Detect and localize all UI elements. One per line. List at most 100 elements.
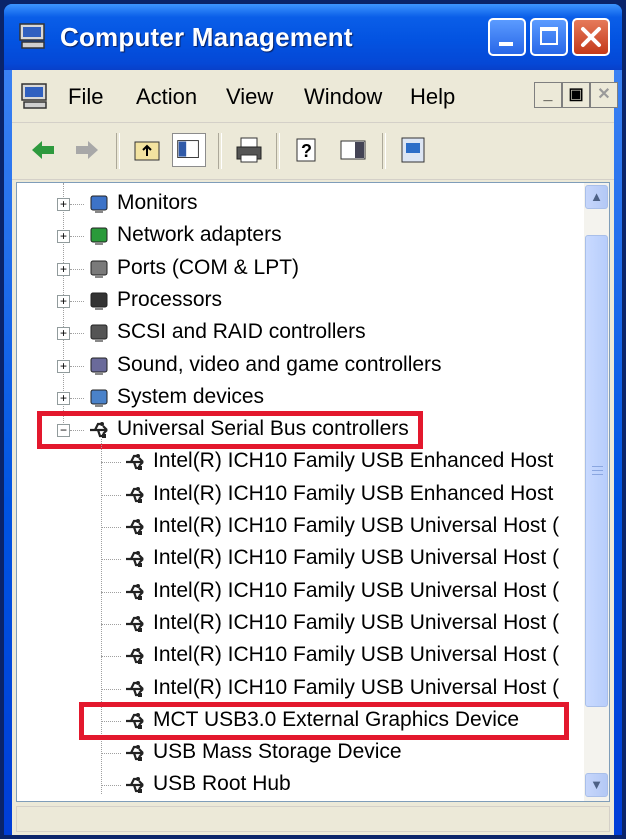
expand-button[interactable]: + [57,391,70,405]
usb-device-item[interactable]: Intel(R) ICH10 Family USB Universal Host… [17,577,577,607]
device-properties-icon[interactable] [396,133,430,167]
network-adapter-icon [90,227,108,246]
toolbar-separator [218,133,222,169]
usb-device-item[interactable]: USB Root Hub [17,770,577,800]
toolbar-separator [382,133,386,169]
usb-device-item[interactable]: Intel(R) ICH10 Family USB Universal Host… [17,674,577,704]
tree-connector-line [70,268,84,270]
toolbar-separator [276,133,280,169]
tree-node-label: Ports (COM & LPT) [117,255,300,279]
mdi-close-button[interactable]: ✕ [590,82,618,108]
scroll-down-button[interactable]: ▼ [585,773,608,797]
computer-management-window: Computer Management File Action View Win… [0,0,626,839]
menu-view[interactable]: View [226,84,273,110]
menu-action[interactable]: Action [136,84,197,110]
usb-icon [126,777,144,794]
tree-connector-line [101,591,121,593]
minimize-icon [499,42,513,46]
expand-button[interactable]: + [57,230,70,244]
window-frame: Computer Management File Action View Win… [4,4,622,835]
usb-device-label: USB Mass Storage Device [153,740,402,764]
usb-device-label: Intel(R) ICH10 Family USB Universal Host… [153,610,560,634]
show-hide-action-pane-icon[interactable] [336,133,370,167]
port-icon [90,260,108,278]
usb-icon [126,551,144,568]
expand-button[interactable]: + [57,294,70,308]
scroll-up-button[interactable]: ▲ [585,185,608,209]
tree-connector-line [101,656,121,658]
show-hide-console-tree-button[interactable] [172,133,206,167]
sound-icon [90,357,108,375]
title-bar[interactable]: Computer Management [4,4,622,70]
usb-device-item[interactable]: Intel(R) ICH10 Family USB Universal Host… [17,641,577,671]
vertical-scrollbar[interactable]: ▲ ▼ [584,183,609,801]
menu-window[interactable]: Window [304,84,382,110]
device-tree-pane: + Monitors + Network adapters + Ports (COM & … [16,182,610,802]
expand-button[interactable]: + [57,198,70,211]
usb-icon [126,680,144,697]
usb-device-item[interactable]: Intel(R) ICH10 Family USB Universal Host… [17,609,577,639]
menu-file[interactable]: File [68,84,103,110]
help-icon[interactable]: ? [290,133,324,167]
up-folder-icon[interactable] [130,133,164,167]
tree-node-scsi-and-raid-controllers[interactable]: + SCSI and RAID controllers [17,318,577,348]
tree-node-processors[interactable]: + Processors [17,286,577,316]
print-icon[interactable] [232,133,266,167]
maximize-button[interactable] [530,18,568,56]
usb-device-label: Intel(R) ICH10 Family USB Enhanced Host [153,481,554,505]
minimize-button[interactable] [488,18,526,56]
menu-help[interactable]: Help [410,84,455,110]
usb-device-label: Intel(R) ICH10 Family USB Universal Host… [153,675,560,699]
tree-connector-line [101,494,121,496]
usb-device-item[interactable]: Intel(R) ICH10 Family USB Universal Host… [17,544,577,574]
tree-connector-line [101,688,121,690]
usb-device-item[interactable]: Intel(R) ICH10 Family USB Enhanced Host [17,447,577,477]
scroll-grip [592,474,603,475]
tree-node-label: Monitors [117,191,198,214]
scroll-grip [592,470,603,471]
tree-connector-line [101,623,121,625]
tree-node-label: SCSI and RAID controllers [117,320,366,344]
tree-node-sound-video-and-game-controllers[interactable]: + Sound, video and game controllers [17,351,577,381]
usb-device-label: Intel(R) ICH10 Family USB Universal Host… [153,643,560,667]
usb-device-item[interactable]: Intel(R) ICH10 Family USB Universal Host… [17,512,577,542]
scroll-thumb[interactable] [585,235,608,707]
chevron-down-icon: ▼ [590,777,603,792]
usb-icon [126,519,144,535]
tree-node-monitors[interactable]: + Monitors [17,189,577,219]
usb-device-item[interactable]: USB Mass Storage Device [17,738,577,768]
scsi-icon [90,324,108,343]
mdi-minimize-button[interactable]: _ [534,82,562,108]
mdi-restore-button[interactable]: ▣ [562,82,590,108]
tree-connector-line [101,753,121,755]
usb-icon [126,486,144,503]
tree-node-label: Network adapters [117,223,282,247]
device-tree: + Monitors + Network adapters + Ports (COM & … [17,183,585,801]
close-button[interactable] [572,18,610,56]
tree-node-ports-com-lpt[interactable]: + Ports (COM & LPT) [17,254,577,284]
forward-arrow-icon[interactable] [70,133,104,167]
tree-node-label: Sound, video and game controllers [117,352,442,376]
window-title: Computer Management [60,22,353,52]
expand-button[interactable]: + [57,327,70,341]
tree-connector-line [70,300,84,302]
toolbar: ? [12,123,614,180]
processor-icon [90,292,108,310]
client-area: File Action View Window Help _ ▣ ✕ ? + M… [12,70,618,835]
tree-node-network-adapters[interactable]: + Network adapters [17,221,577,251]
tree-connector-line [70,397,84,399]
usb-icon [126,745,144,762]
expand-button[interactable]: + [57,359,70,373]
usb-device-label: Intel(R) ICH10 Family USB Enhanced Host [153,449,554,473]
maximize-icon [540,27,558,45]
back-arrow-icon[interactable] [26,133,60,167]
status-bar [16,806,610,832]
usb-icon [126,583,144,600]
svg-text:?: ? [301,141,312,161]
expand-button[interactable]: + [57,262,70,276]
console-tree-icon [177,140,199,158]
tree-connector-line [70,365,84,367]
tree-connector-line [101,785,121,787]
usb-device-item[interactable]: Intel(R) ICH10 Family USB Enhanced Host [17,480,577,510]
tree-node-system-devices[interactable]: + System devices [17,383,577,413]
